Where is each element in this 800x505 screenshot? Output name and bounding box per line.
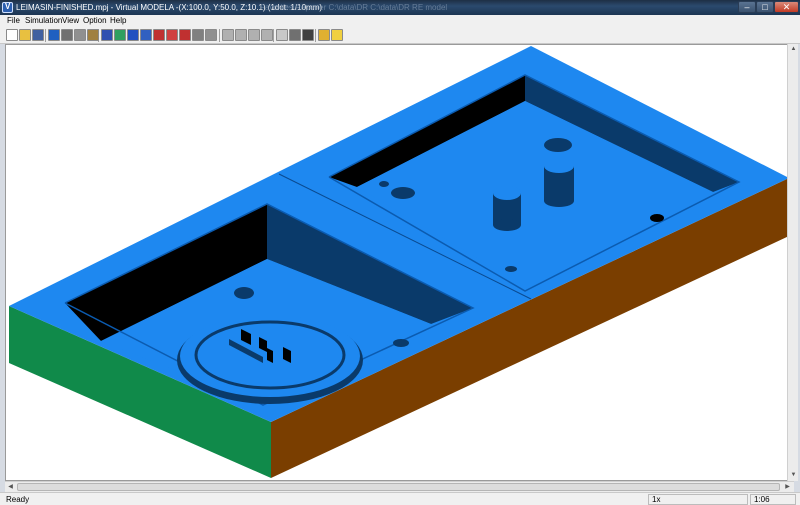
app-window: LEIMASIN-FINISHED.mpj - Virtual MODELA -…: [0, 0, 800, 505]
shade-light-icon[interactable]: [276, 29, 288, 41]
path-icon[interactable]: [127, 29, 139, 41]
toolbar-separator: [45, 29, 46, 42]
view-iso-2-icon[interactable]: [235, 29, 247, 41]
shade-dark-icon[interactable]: [302, 29, 314, 41]
toolbar-separator: [315, 29, 316, 42]
title-bar[interactable]: LEIMASIN-FINISHED.mpj - Virtual MODELA -…: [0, 0, 800, 15]
pin-shadow-1: [544, 138, 572, 152]
minimize-button[interactable]: –: [738, 1, 756, 13]
3d-viewport[interactable]: [5, 44, 794, 481]
scroll-down-arrow-icon[interactable]: ▼: [788, 470, 799, 481]
hole-right-2: [650, 214, 664, 222]
step-icon[interactable]: [87, 29, 99, 41]
pin-tall-base: [544, 195, 574, 207]
status-time: 1:06: [750, 494, 796, 505]
menu-view[interactable]: View: [62, 16, 79, 25]
menu-simulation[interactable]: Simulation: [25, 16, 62, 25]
maximize-button[interactable]: □: [756, 1, 774, 13]
tool-select-icon[interactable]: [101, 29, 113, 41]
milled-workpiece-render: [9, 46, 789, 478]
horizontal-scrollbar[interactable]: ◀ ▶: [5, 481, 794, 492]
vertical-scrollbar[interactable]: ▲ ▼: [787, 44, 798, 481]
open-folder-icon[interactable]: [19, 29, 31, 41]
menu-file[interactable]: File: [7, 16, 20, 25]
record-icon[interactable]: [153, 29, 165, 41]
toolbar: [0, 27, 800, 44]
small-hole-left: [234, 287, 254, 299]
pin-mid-base: [493, 219, 521, 231]
grid-icon[interactable]: [192, 29, 204, 41]
close-button[interactable]: ✕: [774, 1, 799, 13]
hole-right-1: [391, 187, 415, 199]
color-palette-icon[interactable]: [318, 29, 330, 41]
toolbar-separator: [219, 29, 220, 42]
shade-solid-icon[interactable]: [289, 29, 301, 41]
play-icon[interactable]: [74, 29, 86, 41]
pin-mid-top: [493, 186, 521, 200]
rotate-icon[interactable]: [140, 29, 152, 41]
status-zoom: 1x: [648, 494, 748, 505]
horizontal-scroll-thumb[interactable]: [17, 483, 780, 491]
background-window-titles: Favorites Reporter C:\data\DR C:\data\DR…: [260, 3, 448, 12]
stop-icon[interactable]: [61, 29, 73, 41]
status-bar: Ready 1x 1:06: [0, 492, 800, 505]
paint-icon[interactable]: [179, 29, 191, 41]
material-icon[interactable]: [114, 29, 126, 41]
menu-option[interactable]: Option: [83, 16, 107, 25]
view-iso-1-icon[interactable]: [222, 29, 234, 41]
menu-bar: File Simulation View Option Help: [0, 15, 800, 27]
undo-icon[interactable]: [48, 29, 60, 41]
move-red-icon[interactable]: [166, 29, 178, 41]
view-iso-3-icon[interactable]: [248, 29, 260, 41]
menu-help[interactable]: Help: [110, 16, 126, 25]
status-text: Ready: [6, 495, 30, 504]
hole-right-4: [379, 181, 389, 187]
sphere-icon[interactable]: [205, 29, 217, 41]
new-file-icon[interactable]: [6, 29, 18, 41]
light-icon[interactable]: [331, 29, 343, 41]
small-hole-right: [393, 339, 409, 347]
hole-right-3: [505, 266, 517, 272]
scroll-up-arrow-icon[interactable]: ▲: [788, 44, 799, 55]
app-logo-icon[interactable]: [2, 2, 13, 13]
save-icon[interactable]: [32, 29, 44, 41]
pin-tall-top: [544, 159, 574, 173]
view-iso-4-icon[interactable]: [261, 29, 273, 41]
toolbar-separator: [273, 29, 274, 42]
